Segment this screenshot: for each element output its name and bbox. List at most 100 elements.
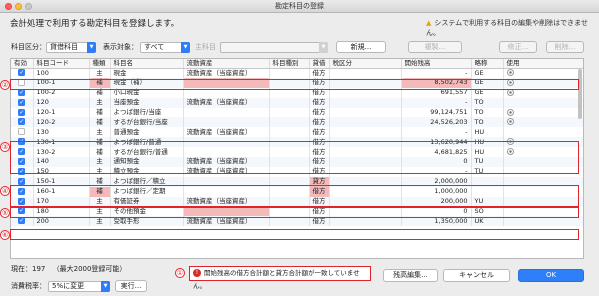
enabled-checkbox[interactable]: [18, 78, 26, 86]
category-cell: [269, 127, 310, 138]
code-cell: 120-1: [33, 107, 90, 118]
column-header[interactable]: 開始残高: [401, 59, 472, 69]
table-row[interactable]: ✓ 100 主現金 流動資産（当座資産） 借方 - GE: [11, 68, 583, 78]
type-cell: [183, 87, 270, 98]
balance-cell: 24,526,203: [401, 117, 472, 128]
title-bar: 勘定科目の登録: [0, 0, 599, 13]
new-button[interactable]: 新規...: [336, 41, 386, 53]
enabled-checkbox[interactable]: ✓: [18, 187, 26, 195]
record-count: 現在：197 （最大2000登録可能）: [11, 264, 126, 275]
enabled-checkbox[interactable]: ✓: [18, 69, 26, 77]
balance-edit-button[interactable]: 残高編集...: [383, 269, 438, 282]
abbr-cell: TO: [471, 107, 504, 118]
table-row[interactable]: ✓ 170 主有価証券 流動資産（当座資産） 借方 200,000 YU: [11, 196, 583, 207]
balance-cell: -: [401, 97, 472, 108]
column-header[interactable]: 科目コード: [33, 59, 90, 69]
table-row[interactable]: ✓ 120-2 補するが台銀行/当座 借方 24,526,203 TO: [11, 117, 583, 128]
abbr-cell: GE: [471, 77, 504, 88]
abbr-cell: TU: [471, 157, 504, 167]
column-header[interactable]: 科目名: [110, 59, 184, 69]
marker-3: ③: [0, 142, 10, 152]
table-row[interactable]: ✓ 120-1 補よつば銀行/当座 借方 99,124,751 TO: [11, 107, 583, 118]
category-select[interactable]: 貸借科目 ▼: [46, 42, 96, 53]
main-account-select[interactable]: ▼: [220, 42, 328, 53]
copy-button[interactable]: 複製...: [408, 41, 462, 53]
balance-cell: 1,350,000: [401, 216, 472, 227]
side-cell: 借方: [309, 157, 330, 167]
cancel-button[interactable]: キャンセル: [443, 269, 510, 282]
table-row[interactable]: ✓ 200 主受取手形 流動資産（当座資産） 借方 1,350,000 UK: [11, 216, 583, 227]
side-cell: 借方: [309, 147, 330, 158]
enabled-cell: ✓: [11, 206, 34, 217]
in-use-indicator-icon: [506, 148, 514, 156]
tax-rate-select[interactable]: 5%に変更 ▼: [48, 281, 110, 292]
vertical-scrollbar[interactable]: [578, 69, 582, 119]
ok-button[interactable]: OK: [518, 269, 584, 282]
enabled-cell: ✓: [11, 117, 34, 128]
type-cell: 流動資産（当座資産）: [183, 166, 270, 177]
kind-cell: 補: [89, 147, 111, 158]
enabled-cell: ✓: [11, 147, 34, 158]
table-row[interactable]: ✓ 140 主通知預金 流動資産（当座資産） 借方 0 TU: [11, 157, 583, 167]
column-header[interactable]: 略称: [471, 59, 504, 69]
enabled-checkbox[interactable]: ✓: [18, 108, 26, 116]
table-row[interactable]: 100-1 補現金（補） 借方 8,502,743 GE: [11, 77, 583, 88]
table-row[interactable]: ✓ 100-2 補小口現金 借方 691,557 GE: [11, 87, 583, 98]
used-cell: [503, 166, 583, 177]
abbr-cell: [471, 186, 504, 197]
execute-button[interactable]: 実行...: [115, 280, 147, 292]
table-row[interactable]: ✓ 160-1 補よつば銀行／定期 借方 1,000,000: [11, 186, 583, 197]
tax-cell: [329, 196, 402, 207]
enabled-checkbox[interactable]: ✓: [18, 138, 26, 146]
category-label: 科目区分：: [11, 43, 46, 51]
table-row[interactable]: ✓ 150 主積立預金 流動資産（当座資産） 借方 - TU: [11, 166, 583, 177]
abbr-cell: HU: [471, 137, 504, 148]
table-row[interactable]: 130 主普通預金 流動資産（当座資産） 借方 - HU: [11, 127, 583, 138]
code-cell: 170: [33, 196, 90, 207]
table-row[interactable]: ✓ 130-2 補するが台銀行/普通 借方 4,681,825 HU: [11, 147, 583, 158]
used-cell: [503, 97, 583, 108]
table-row[interactable]: ✓ 120 主当座預金 流動資産（当座資産） 借方 - TO: [11, 97, 583, 108]
column-header[interactable]: 有効: [11, 59, 34, 69]
enabled-checkbox[interactable]: ✓: [18, 167, 26, 175]
edit-button[interactable]: 修正...: [499, 41, 537, 53]
column-header[interactable]: 科目種別: [269, 59, 310, 69]
close-window-icon[interactable]: [5, 3, 12, 10]
minimize-window-icon[interactable]: [15, 3, 22, 10]
enabled-checkbox[interactable]: ✓: [18, 98, 26, 106]
tax-cell: [329, 107, 402, 118]
used-cell: [503, 176, 583, 187]
tax-cell: [329, 186, 402, 197]
enabled-checkbox[interactable]: ✓: [18, 217, 26, 225]
enabled-checkbox[interactable]: ✓: [18, 157, 26, 165]
column-header[interactable]: 貸借: [309, 59, 330, 69]
enabled-checkbox[interactable]: ✓: [18, 148, 26, 156]
column-header[interactable]: 流動資産: [183, 59, 270, 69]
side-cell: 借方: [309, 107, 330, 118]
delete-button[interactable]: 削除...: [546, 41, 584, 53]
tax-cell: [329, 147, 402, 158]
code-cell: 140: [33, 157, 90, 167]
table-row[interactable]: ✓ 180 主その他預金 借方 0 SO: [11, 206, 583, 217]
enabled-checkbox[interactable]: ✓: [18, 207, 26, 215]
column-header[interactable]: 種類: [89, 59, 111, 69]
column-header[interactable]: 税区分: [329, 59, 402, 69]
code-cell: 120-2: [33, 117, 90, 128]
display-select[interactable]: すべて ▼: [140, 42, 190, 53]
table-row[interactable]: ✓ 130-1 補よつば銀行/普通 借方 13,620,944 HU: [11, 137, 583, 148]
enabled-checkbox[interactable]: ✓: [18, 177, 26, 185]
balance-cell: -: [401, 166, 472, 177]
column-header[interactable]: 使用: [503, 59, 583, 69]
enabled-checkbox[interactable]: ✓: [18, 118, 26, 126]
table-row[interactable]: ✓ 150-1 補よつば銀行／積立 貸方 2,000,000: [11, 176, 583, 187]
category-select-value: 貸借科目: [50, 43, 78, 51]
enabled-checkbox[interactable]: [18, 128, 26, 136]
zoom-window-icon[interactable]: [25, 3, 32, 10]
kind-cell: 補: [89, 137, 111, 148]
error-text: 開始残高の借方合計額と貸方合計額が一致していません。: [193, 269, 360, 290]
category-cell: [269, 196, 310, 207]
error-message: ! 開始残高の借方合計額と貸方合計額が一致していません。: [189, 266, 371, 290]
enabled-checkbox[interactable]: ✓: [18, 88, 26, 96]
enabled-checkbox[interactable]: ✓: [18, 197, 26, 205]
side-cell: 借方: [309, 137, 330, 148]
